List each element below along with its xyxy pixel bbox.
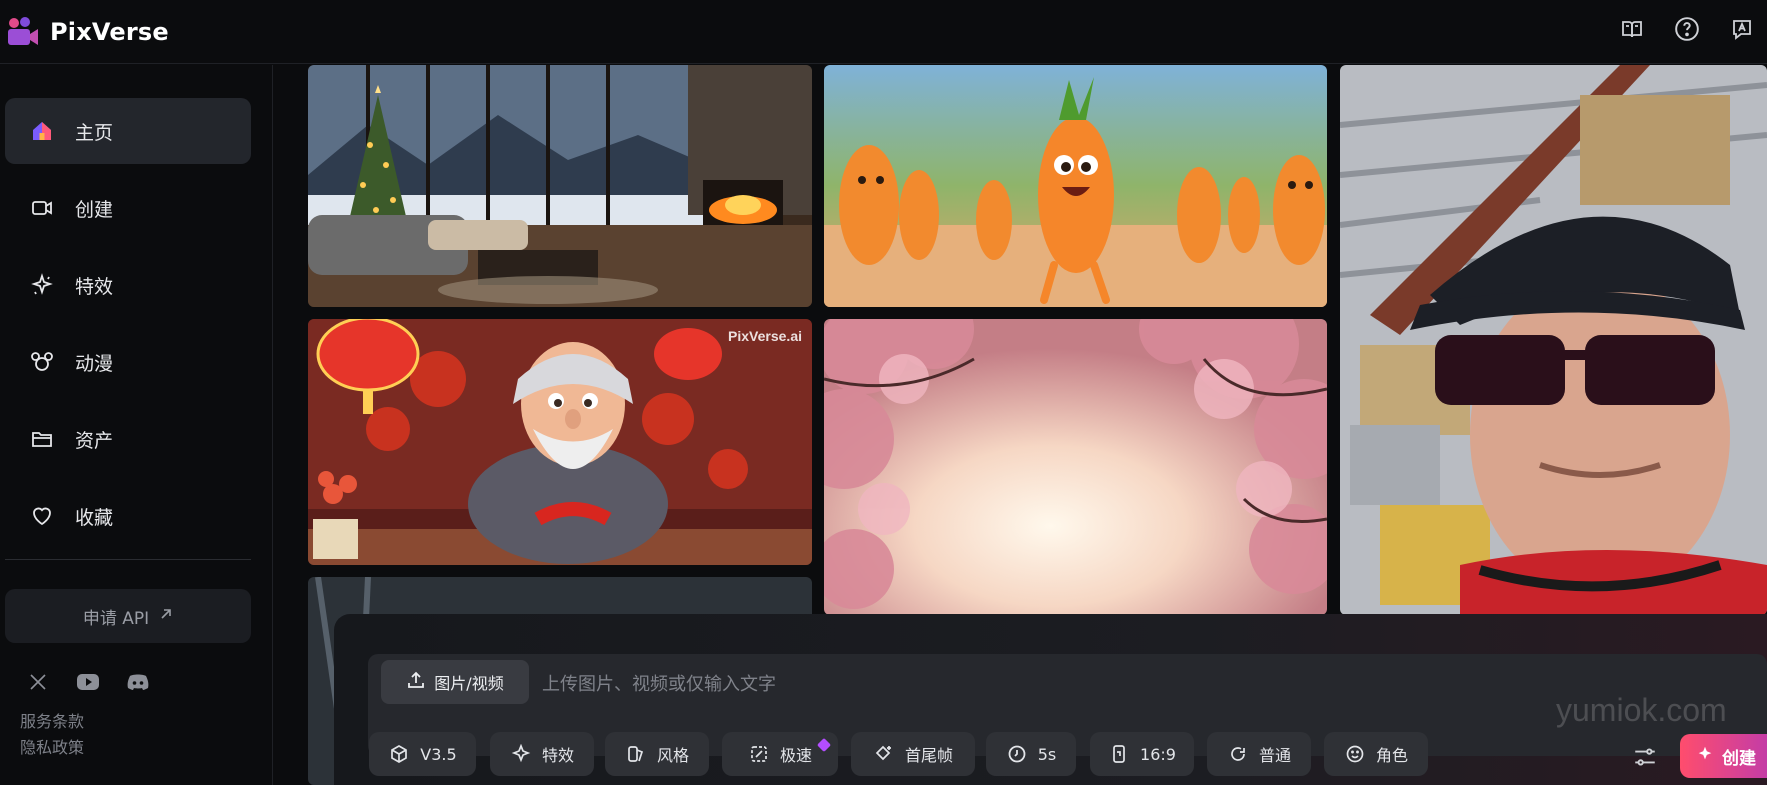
app-name: PixVerse <box>50 17 169 46</box>
motion-mode-button[interactable]: 普通 <box>1207 732 1311 776</box>
sidebar-item-anime[interactable]: 动漫 <box>5 329 251 395</box>
video-camera-icon <box>25 191 59 225</box>
mouse-ears-icon <box>25 345 59 379</box>
sidebar-item-label: 资产 <box>75 429 114 452</box>
style-icon <box>625 743 647 765</box>
gallery-tile-dancing-carrots[interactable] <box>824 65 1327 307</box>
sidebar-item-label: 特效 <box>75 275 114 298</box>
model-version-button[interactable]: V3.5 <box>369 732 476 776</box>
gallery-tile-christmas-room[interactable] <box>308 65 812 307</box>
gallery-tile-man-in-cap[interactable] <box>1340 65 1767 615</box>
tool-label: 特效 <box>541 746 574 765</box>
prompt-placeholder[interactable]: 上传图片、视频或仅输入文字 <box>542 670 776 696</box>
tool-label: 普通 <box>1258 746 1291 765</box>
privacy-link[interactable]: 隐私政策 <box>20 734 84 758</box>
arrow-up-right-icon <box>159 606 173 626</box>
tool-label: 角色 <box>1375 746 1408 765</box>
sidebar-item-assets[interactable]: 资产 <box>5 406 251 472</box>
create-button[interactable]: 创建 <box>1680 734 1767 778</box>
effects-button[interactable]: 特效 <box>490 732 594 776</box>
tool-label: 风格 <box>656 746 689 765</box>
speed-icon <box>748 743 770 765</box>
sidebar-item-label: 动漫 <box>75 352 114 375</box>
keyframe-icon <box>873 743 895 765</box>
feedback-icon[interactable] <box>1727 14 1757 44</box>
aspect-ratio-icon <box>1108 743 1130 765</box>
tool-label: 16:9 <box>1140 744 1176 764</box>
apply-api-button[interactable]: 申请 API <box>5 589 251 643</box>
gallery-tile-grandpa[interactable]: PixVerse.ai <box>308 319 812 565</box>
upload-label: 图片/视频 <box>434 674 504 693</box>
home-icon <box>25 114 59 148</box>
premium-gem-icon <box>816 737 832 753</box>
character-button[interactable]: 角色 <box>1324 732 1428 776</box>
settings-sliders-icon[interactable] <box>1632 744 1660 772</box>
youtube-icon[interactable] <box>76 670 100 694</box>
overlay-watermark: yumiok.com <box>1556 692 1727 728</box>
duration-button[interactable]: 5s <box>986 732 1076 776</box>
folder-icon <box>25 422 59 456</box>
sidebar-item-label: 收藏 <box>75 506 114 529</box>
sidebar-item-effects[interactable]: 特效 <box>5 252 251 318</box>
pixverse-logo-icon <box>6 15 40 49</box>
upload-media-button[interactable]: 图片/视频 <box>381 660 529 704</box>
terms-link[interactable]: 服务条款 <box>20 708 84 732</box>
x-icon[interactable] <box>26 670 50 694</box>
tool-label: 极速 <box>779 746 812 765</box>
top-header: PixVerse <box>0 0 1767 64</box>
upload-icon <box>406 670 426 694</box>
sidebar-item-favorites[interactable]: 收藏 <box>5 483 251 549</box>
style-button[interactable]: 风格 <box>605 732 709 776</box>
keyframe-button[interactable]: 首尾帧 <box>851 732 975 776</box>
tool-label: V3.5 <box>420 744 457 764</box>
sidebar-item-home[interactable]: 主页 <box>5 98 251 164</box>
create-label: 创建 <box>1722 748 1756 769</box>
smile-icon <box>1344 743 1366 765</box>
tile-watermark: PixVerse.ai <box>728 328 802 344</box>
sparkle-icon <box>1696 745 1714 768</box>
discord-icon[interactable] <box>126 670 150 694</box>
sidebar-item-label: 主页 <box>75 121 114 144</box>
sidebar: 主页 创建 特效 动漫 资产 收藏 申请 API 服务条款 隐私政策 <box>0 65 273 785</box>
motion-icon <box>1227 743 1249 765</box>
sidebar-item-label: 创建 <box>75 198 114 221</box>
tool-label: 5s <box>1037 744 1057 764</box>
sparkle-icon <box>510 743 532 765</box>
heart-icon <box>25 499 59 533</box>
gallery-tile-cherry-blossoms[interactable] <box>824 319 1327 615</box>
turbo-speed-button[interactable]: 极速 <box>722 732 838 776</box>
sparkle-icon <box>25 268 59 302</box>
cube-icon <box>388 743 410 765</box>
clock-icon <box>1006 743 1028 765</box>
tool-label: 首尾帧 <box>904 746 953 765</box>
book-icon[interactable] <box>1617 14 1647 44</box>
sidebar-divider <box>5 559 251 560</box>
apply-api-label: 申请 API <box>82 608 150 629</box>
help-icon[interactable] <box>1672 14 1702 44</box>
sidebar-item-create[interactable]: 创建 <box>5 175 251 241</box>
aspect-ratio-button[interactable]: 16:9 <box>1090 732 1194 776</box>
logo[interactable]: PixVerse <box>6 15 169 49</box>
